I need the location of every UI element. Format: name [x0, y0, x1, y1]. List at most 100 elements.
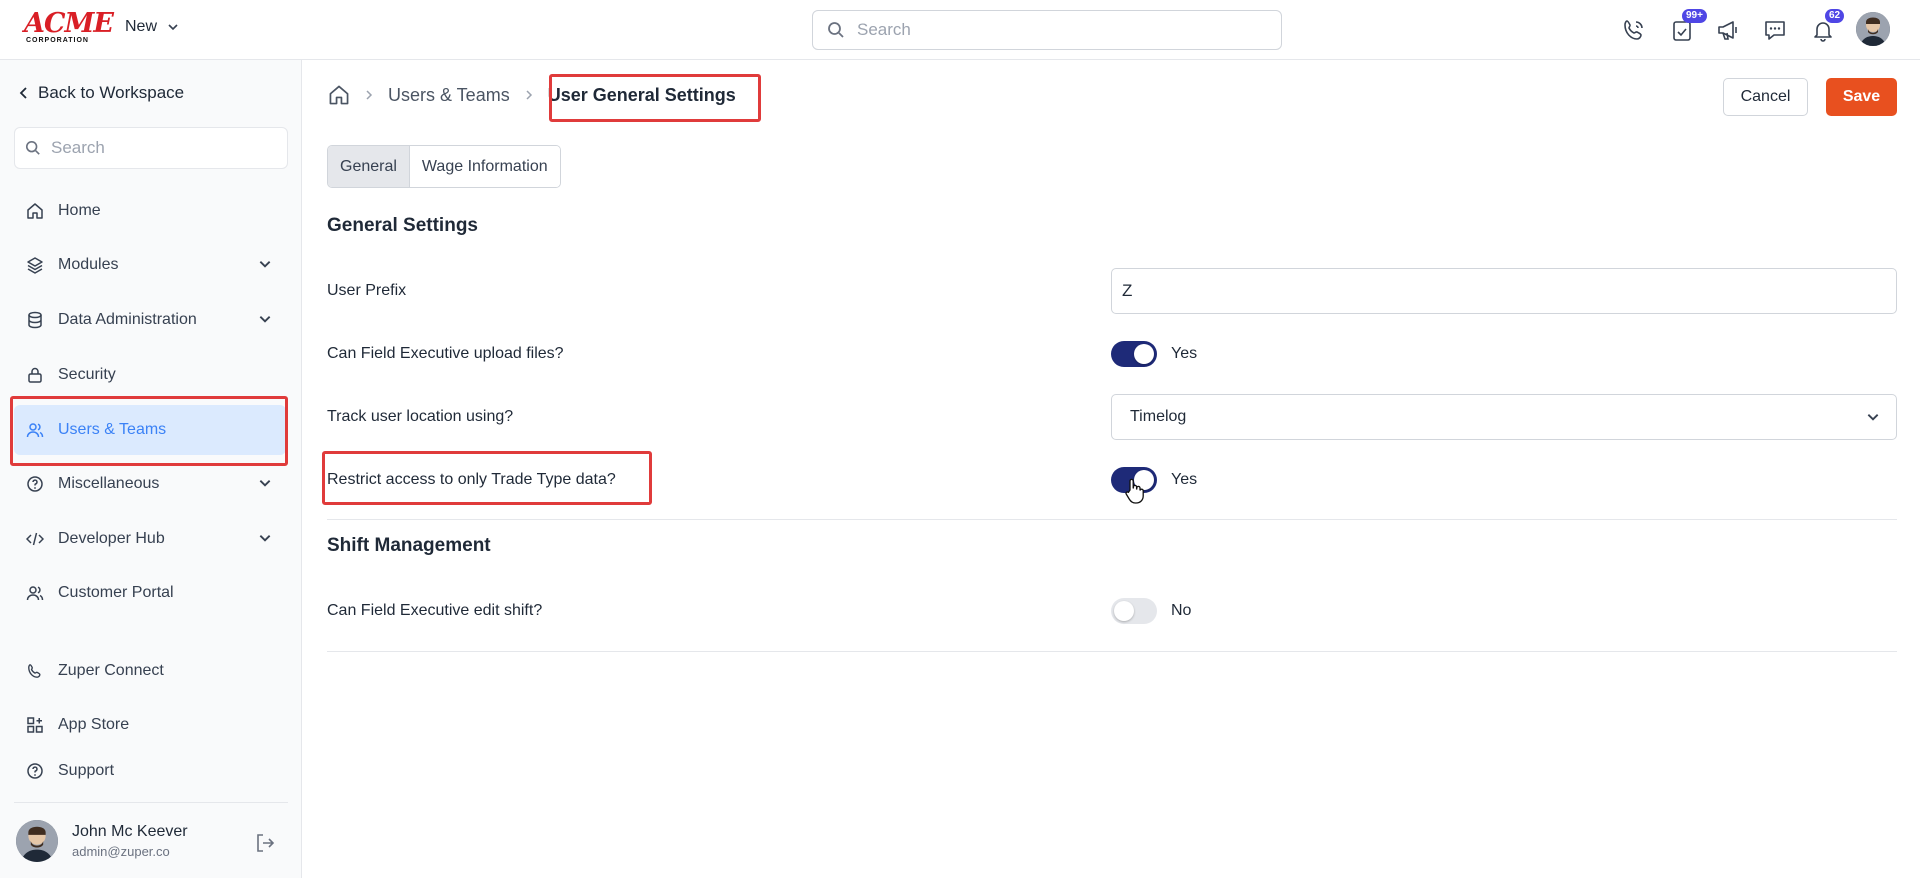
user-avatar[interactable]: [1856, 12, 1890, 46]
sidebar-item-miscellaneous[interactable]: Miscellaneous: [14, 459, 286, 509]
chevron-down-icon: [1867, 414, 1879, 421]
track-location-value: Timelog: [1130, 408, 1187, 425]
database-icon: [28, 311, 42, 329]
edit-shift-label: Can Field Executive edit shift?: [327, 602, 543, 619]
sidebar-item-label: Modules: [58, 256, 119, 273]
edit-shift-value: No: [1171, 602, 1192, 619]
layers-icon: [27, 257, 43, 274]
track-location-select[interactable]: Timelog: [1111, 394, 1897, 440]
company-logo[interactable]: ACME CORPORATION: [24, 8, 114, 45]
edit-shift-toggle[interactable]: [1111, 598, 1157, 624]
sidebar-search-input[interactable]: [51, 138, 271, 158]
users-icon: [26, 423, 44, 438]
chevron-down-icon: [168, 24, 178, 31]
main-content: Users & Teams User General Settings Canc…: [303, 60, 1920, 878]
sidebar-item-label: Miscellaneous: [58, 475, 160, 492]
sidebar-item-label: App Store: [58, 716, 130, 733]
chevron-right-icon: [526, 90, 532, 100]
search-icon: [828, 22, 844, 38]
sidebar-item-label: Zuper Connect: [58, 662, 164, 679]
sidebar-item-users-teams[interactable]: Users & Teams: [14, 405, 286, 455]
save-button[interactable]: Save: [1826, 78, 1897, 116]
help-circle-icon: [27, 476, 43, 492]
phone-icon: [28, 664, 41, 678]
global-search[interactable]: [812, 10, 1282, 50]
sidebar-item-app-store[interactable]: App Store: [14, 700, 286, 750]
shift-management-title: Shift Management: [327, 535, 491, 556]
user-email: admin@zuper.co: [72, 844, 170, 859]
chevron-right-icon: [366, 90, 373, 100]
sidebar-item-modules[interactable]: Modules: [14, 240, 286, 290]
tasks-icon[interactable]: 99+: [1668, 9, 1707, 44]
upload-files-value: Yes: [1171, 345, 1198, 362]
sidebar-search[interactable]: [14, 127, 288, 169]
sidebar: Back to Workspace Home Modules Data Admi…: [0, 60, 302, 878]
chevron-down-icon: [259, 316, 271, 323]
sidebar-item-home[interactable]: Home: [14, 186, 286, 236]
section-divider: [327, 651, 1897, 652]
new-label: New: [125, 18, 158, 35]
megaphone-icon[interactable]: [1714, 16, 1742, 44]
sidebar-item-label: Support: [58, 762, 115, 779]
logo-text: ACME: [24, 8, 114, 39]
track-location-label: Track user location using?: [327, 408, 514, 425]
top-bar: ACME CORPORATION New 99+ 62: [0, 0, 1920, 60]
settings-tabs: General Wage Information: [327, 145, 561, 188]
sidebar-divider: [14, 802, 288, 803]
lock-icon: [28, 367, 42, 383]
breadcrumb: Users & Teams User General Settings: [328, 84, 736, 106]
home-icon[interactable]: [328, 84, 350, 106]
notifications-badge: 62: [1825, 9, 1845, 23]
chevron-left-icon: [19, 87, 27, 99]
user-prefix-input[interactable]: [1111, 268, 1897, 314]
restrict-trade-type-label: Restrict access to only Trade Type data?: [327, 471, 616, 488]
global-search-input[interactable]: [857, 20, 1257, 40]
toggle-knob: [1114, 601, 1134, 621]
general-settings-title: General Settings: [327, 215, 478, 236]
user-profile[interactable]: John Mc Keever admin@zuper.co: [16, 820, 188, 862]
sidebar-item-label: Customer Portal: [58, 584, 174, 601]
logout-icon[interactable]: [254, 832, 276, 859]
bell-icon[interactable]: 62: [1809, 9, 1845, 44]
sidebar-item-label: Developer Hub: [58, 530, 165, 547]
sidebar-item-customer-portal[interactable]: Customer Portal: [14, 568, 286, 618]
sidebar-item-zuper-connect[interactable]: Zuper Connect: [14, 646, 286, 696]
back-to-workspace-link[interactable]: Back to Workspace: [18, 83, 184, 103]
tab-general[interactable]: General: [328, 146, 410, 187]
sidebar-item-label: Users & Teams: [58, 421, 167, 438]
user-prefix-label: User Prefix: [327, 282, 407, 299]
sidebar-item-developer-hub[interactable]: Developer Hub: [14, 514, 286, 564]
upload-files-toggle[interactable]: [1111, 341, 1157, 367]
toggle-knob: [1134, 344, 1154, 364]
sidebar-item-security[interactable]: Security: [14, 350, 286, 400]
page-title: User General Settings: [547, 84, 736, 105]
home-icon: [27, 203, 43, 219]
apps-icon: [27, 717, 43, 733]
tasks-badge: 99+: [1682, 9, 1707, 23]
code-icon: [26, 532, 44, 546]
chevron-down-icon: [259, 261, 271, 268]
restrict-trade-type-value: Yes: [1171, 471, 1198, 488]
sidebar-item-label: Security: [58, 366, 116, 383]
sidebar-item-support[interactable]: Support: [14, 746, 286, 796]
cancel-button[interactable]: Cancel: [1723, 78, 1808, 116]
search-icon: [25, 140, 40, 155]
hand-cursor-icon: [1125, 478, 1144, 504]
chevron-down-icon: [259, 480, 271, 487]
sidebar-item-label: Home: [58, 202, 101, 219]
tab-wage-information[interactable]: Wage Information: [409, 146, 560, 187]
chat-icon[interactable]: [1761, 16, 1789, 44]
phone-icon[interactable]: [1620, 16, 1648, 44]
user-name: John Mc Keever: [72, 823, 188, 840]
upload-files-label: Can Field Executive upload files?: [327, 345, 564, 362]
back-label: Back to Workspace: [38, 83, 185, 102]
sidebar-item-data-administration[interactable]: Data Administration: [14, 295, 286, 345]
help-circle-icon: [27, 763, 43, 779]
sidebar-item-label: Data Administration: [58, 311, 197, 328]
avatar: [16, 820, 58, 862]
users-icon: [26, 586, 44, 601]
breadcrumb-users-teams[interactable]: Users & Teams: [388, 85, 510, 106]
section-divider: [327, 519, 1897, 520]
new-dropdown-button[interactable]: New: [125, 18, 179, 36]
chevron-down-icon: [259, 535, 271, 542]
